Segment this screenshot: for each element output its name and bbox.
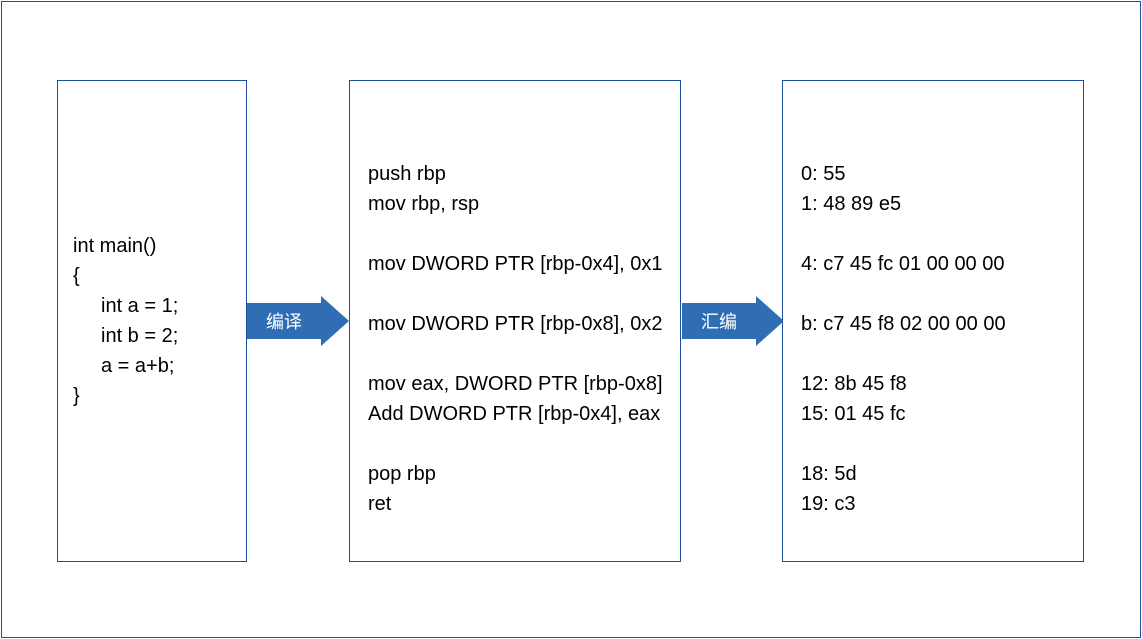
hex-line: 12: 8b 45 f8 — [801, 369, 1083, 399]
hex-line: b: c7 45 f8 02 00 00 00 — [801, 309, 1083, 339]
asm-line: mov rbp, rsp — [368, 189, 680, 219]
src-line: int main() — [73, 231, 246, 261]
machine-code-panel: 0: 55 1: 48 89 e5 4: c7 45 fc 01 00 00 0… — [782, 80, 1084, 562]
diagram-frame: int main() { int a = 1; int b = 2; a = a… — [1, 1, 1141, 638]
arrow-head-icon — [321, 296, 349, 346]
compile-arrow: 编译 — [247, 296, 349, 346]
asm-line: mov DWORD PTR [rbp-0x8], 0x2 — [368, 309, 680, 339]
asm-line: ret — [368, 489, 680, 519]
asm-line: mov DWORD PTR [rbp-0x4], 0x1 — [368, 249, 680, 279]
src-line: int b = 2; — [73, 321, 246, 351]
src-line: { — [73, 261, 246, 291]
hex-line: 4: c7 45 fc 01 00 00 00 — [801, 249, 1083, 279]
hex-line: 15: 01 45 fc — [801, 399, 1083, 429]
source-code-panel: int main() { int a = 1; int b = 2; a = a… — [57, 80, 247, 562]
asm-line: mov eax, DWORD PTR [rbp-0x8] — [368, 369, 680, 399]
hex-line: 0: 55 — [801, 159, 1083, 189]
src-line: int a = 1; — [73, 291, 246, 321]
src-line: a = a+b; — [73, 351, 246, 381]
asm-line: push rbp — [368, 159, 680, 189]
arrow-head-icon — [756, 296, 784, 346]
arrow-label: 汇编 — [682, 303, 756, 339]
assemble-arrow: 汇编 — [682, 296, 784, 346]
asm-line: Add DWORD PTR [rbp-0x4], eax — [368, 399, 680, 429]
hex-line: 19: c3 — [801, 489, 1083, 519]
src-line: } — [73, 381, 246, 411]
asm-line: pop rbp — [368, 459, 680, 489]
hex-line: 18: 5d — [801, 459, 1083, 489]
arrow-label: 编译 — [247, 303, 321, 339]
hex-line: 1: 48 89 e5 — [801, 189, 1083, 219]
assembly-panel: push rbp mov rbp, rsp mov DWORD PTR [rbp… — [349, 80, 681, 562]
